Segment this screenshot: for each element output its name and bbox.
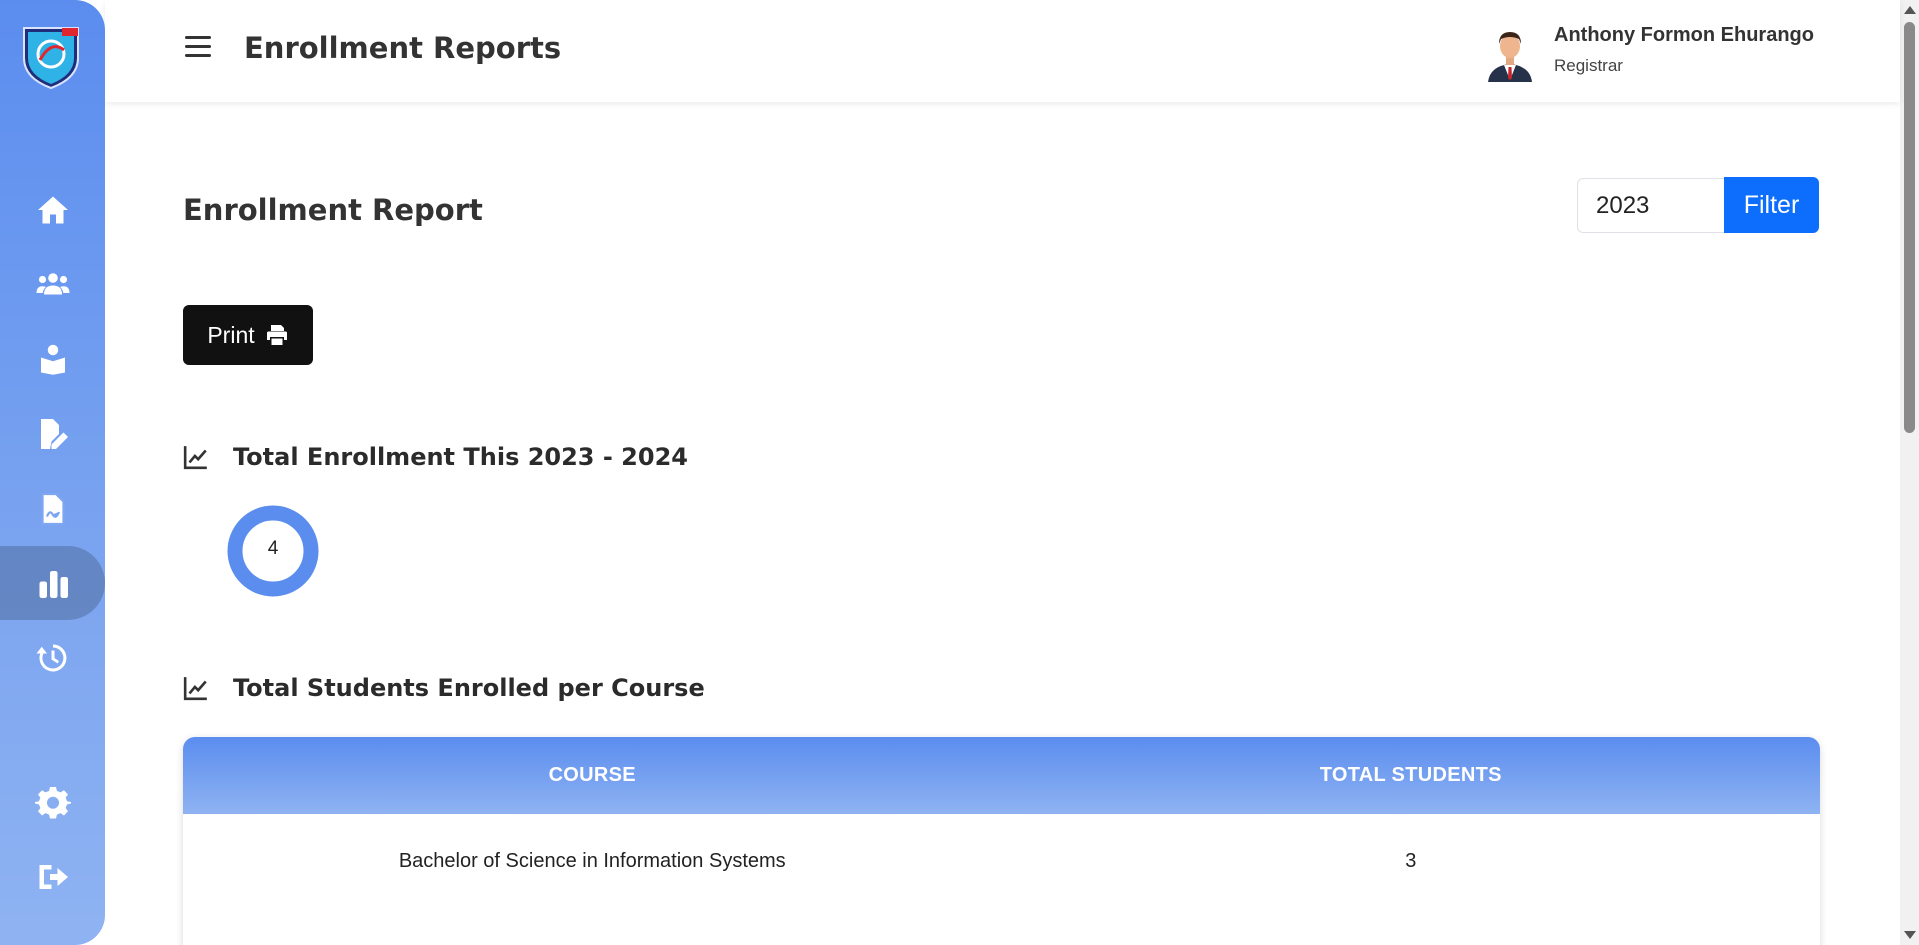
column-header-course: COURSE	[548, 764, 636, 786]
avatar[interactable]	[1480, 22, 1540, 82]
top-header: Enrollment Reports Anthony Formon Ehuran…	[105, 0, 1900, 102]
enrollment-table: COURSE TOTAL STUDENTS Bachelor of Scienc…	[183, 737, 1820, 945]
college-logo	[18, 20, 84, 90]
gear-icon	[34, 787, 71, 819]
line-chart-icon	[183, 446, 207, 470]
nav-documents[interactable]	[0, 472, 105, 546]
printer-icon	[266, 325, 287, 345]
nav-history[interactable]	[0, 621, 105, 695]
print-button-label: Print	[207, 321, 255, 348]
per-course-heading: Total Students Enrolled per Course	[183, 674, 705, 702]
bar-chart-icon	[39, 571, 68, 598]
nav-users[interactable]	[0, 247, 105, 321]
print-button[interactable]: Print	[183, 305, 313, 365]
course-cell: Bachelor of Science in Information Syste…	[398, 849, 786, 872]
per-course-label: Total Students Enrolled per Course	[233, 674, 705, 702]
student-reading-icon	[40, 344, 65, 375]
filter-button[interactable]: Filter	[1724, 177, 1819, 233]
nav-settings[interactable]	[0, 765, 105, 839]
nav-home[interactable]	[0, 173, 105, 247]
total-students-cell: 3	[1405, 849, 1417, 872]
file-edit-icon	[40, 419, 68, 449]
line-chart-icon	[183, 677, 207, 701]
users-icon	[36, 273, 69, 295]
scrollbar-thumb[interactable]	[1904, 22, 1915, 433]
nav-reports[interactable]	[0, 546, 105, 620]
scroll-up-arrow-icon[interactable]	[1904, 6, 1916, 14]
nav-logout[interactable]	[0, 840, 105, 914]
table-header: COURSE TOTAL STUDENTS	[183, 737, 1820, 814]
report-title: Enrollment Report	[183, 193, 483, 227]
page-scrollbar[interactable]	[1900, 0, 1919, 945]
user-role: Registrar	[1554, 56, 1623, 75]
table-row: Bachelor of Science in Information Syste…	[183, 814, 1820, 908]
total-enrollment-value: 4	[267, 538, 279, 559]
sidebar	[0, 0, 105, 945]
home-icon	[37, 196, 68, 224]
nav-students[interactable]	[0, 322, 105, 396]
column-header-total-students: TOTAL STUDENTS	[1319, 764, 1502, 786]
hamburger-menu-button[interactable]	[185, 36, 211, 62]
history-icon	[36, 644, 66, 672]
total-enrollment-label: Total Enrollment This 2023 - 2024	[233, 443, 688, 471]
scroll-down-arrow-icon[interactable]	[1904, 931, 1916, 939]
total-enrollment-heading: Total Enrollment This 2023 - 2024	[183, 443, 688, 471]
page-title: Enrollment Reports	[244, 31, 562, 65]
logout-icon	[39, 865, 68, 889]
user-name: Anthony Formon Ehurango	[1554, 24, 1814, 46]
file-signature-icon	[40, 492, 65, 526]
nav-records[interactable]	[0, 397, 105, 471]
year-input[interactable]	[1577, 178, 1725, 233]
